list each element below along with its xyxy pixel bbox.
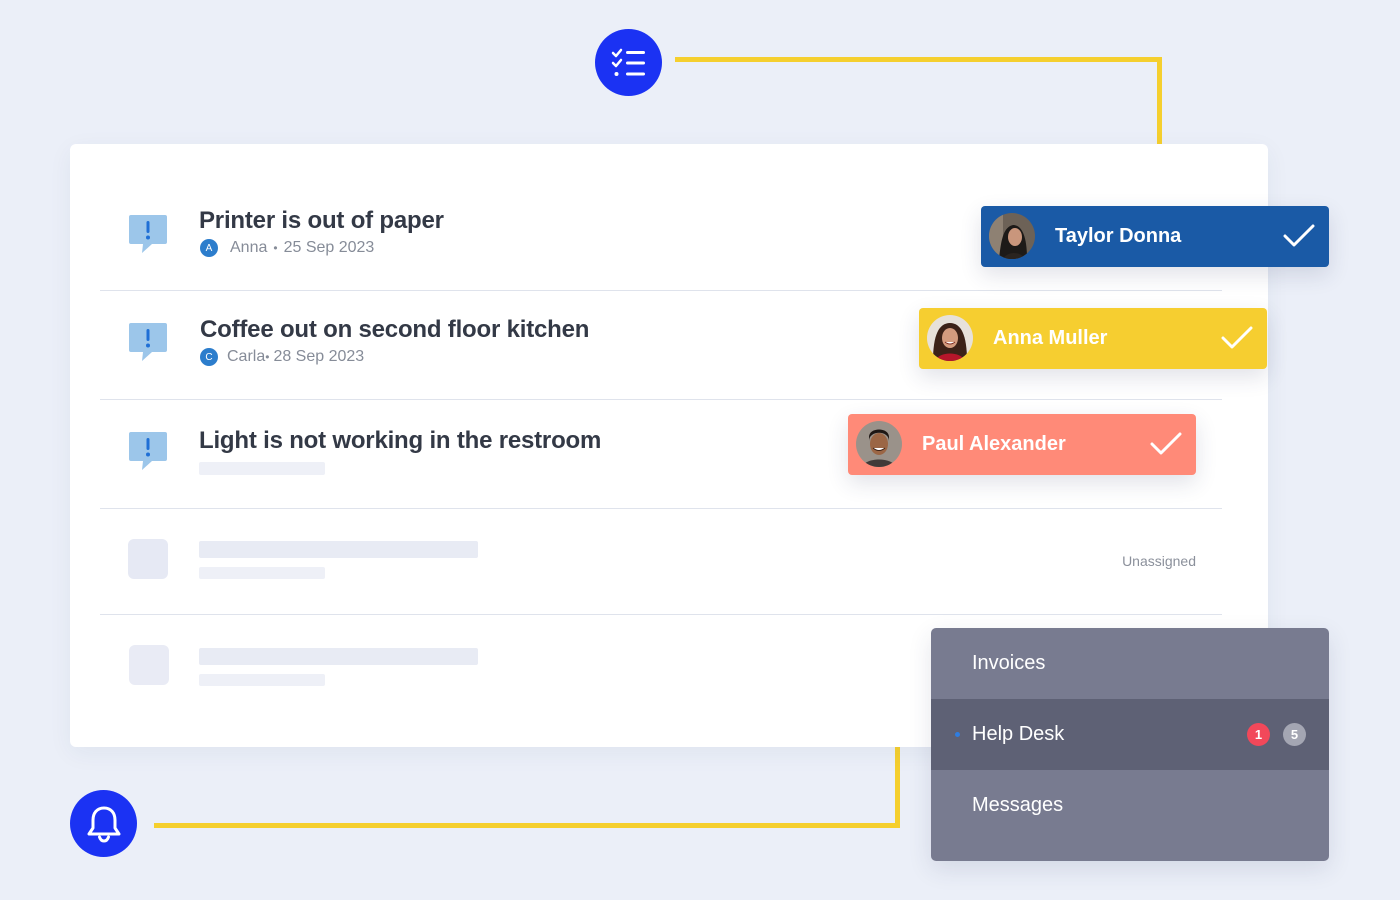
ticket-date: 25 Sep 2023 [283, 239, 375, 256]
ticket-date: 28 Sep 2023 [273, 348, 365, 365]
ticket-title[interactable]: Printer is out of paper [199, 207, 444, 235]
check-icon [1221, 326, 1253, 349]
title-skeleton [199, 648, 478, 665]
avatar [927, 315, 973, 361]
nav-item-label: Messages [972, 794, 1064, 816]
meta-separator: • [265, 350, 270, 364]
author-avatar: C [200, 348, 218, 366]
nav-item-label: Invoices [972, 652, 1046, 674]
check-icon [1283, 224, 1315, 247]
nav-menu: Invoices Help Desk 1 5 Messages [931, 628, 1329, 861]
alert-message-icon [129, 432, 167, 470]
ticket-author: Anna [230, 239, 268, 256]
alert-message-icon [129, 323, 167, 361]
active-indicator [955, 732, 960, 737]
bell-icon[interactable] [70, 790, 137, 857]
placeholder-row: Unassigned [100, 509, 1222, 615]
avatar [856, 421, 902, 467]
connector-top-horizontal [675, 57, 1162, 62]
assignee-name: Anna Muller [993, 327, 1108, 349]
meta-separator: • [273, 241, 278, 255]
unread-badge: 1 [1247, 723, 1270, 746]
meta-skeleton [199, 567, 325, 579]
ticket-author: Carla [227, 348, 266, 365]
connector-bottom-horizontal [154, 823, 900, 828]
ticket-meta: C Carla • 28 Sep 2023 [200, 348, 364, 366]
title-skeleton [199, 541, 478, 558]
ticket-title[interactable]: Coffee out on second floor kitchen [200, 316, 589, 344]
count-badge: 5 [1283, 723, 1306, 746]
status-unassigned: Unassigned [1122, 553, 1196, 569]
nav-item-messages[interactable]: Messages [931, 770, 1329, 841]
avatar [989, 213, 1035, 259]
connector-bottom-vertical [895, 742, 900, 828]
checklist-icon[interactable] [595, 29, 662, 96]
nav-item-label: Help Desk [972, 723, 1065, 745]
ticket-title[interactable]: Light is not working in the restroom [199, 427, 601, 455]
author-avatar: A [200, 239, 218, 257]
placeholder-icon [128, 539, 168, 579]
meta-skeleton [199, 462, 325, 475]
meta-skeleton [199, 674, 325, 686]
assignee-taylor-donna[interactable]: Taylor Donna [981, 206, 1329, 267]
nav-item-invoices[interactable]: Invoices [931, 628, 1329, 699]
assignee-paul-alexander[interactable]: Paul Alexander [848, 414, 1196, 475]
assignee-name: Paul Alexander [922, 433, 1066, 455]
nav-item-help-desk[interactable]: Help Desk 1 5 [931, 699, 1329, 770]
check-icon [1150, 432, 1182, 455]
assignee-anna-muller[interactable]: Anna Muller [919, 308, 1267, 369]
placeholder-icon [129, 645, 169, 685]
ticket-meta: A Anna • 25 Sep 2023 [200, 239, 374, 257]
assignee-name: Taylor Donna [1055, 225, 1182, 247]
alert-message-icon [129, 215, 167, 253]
